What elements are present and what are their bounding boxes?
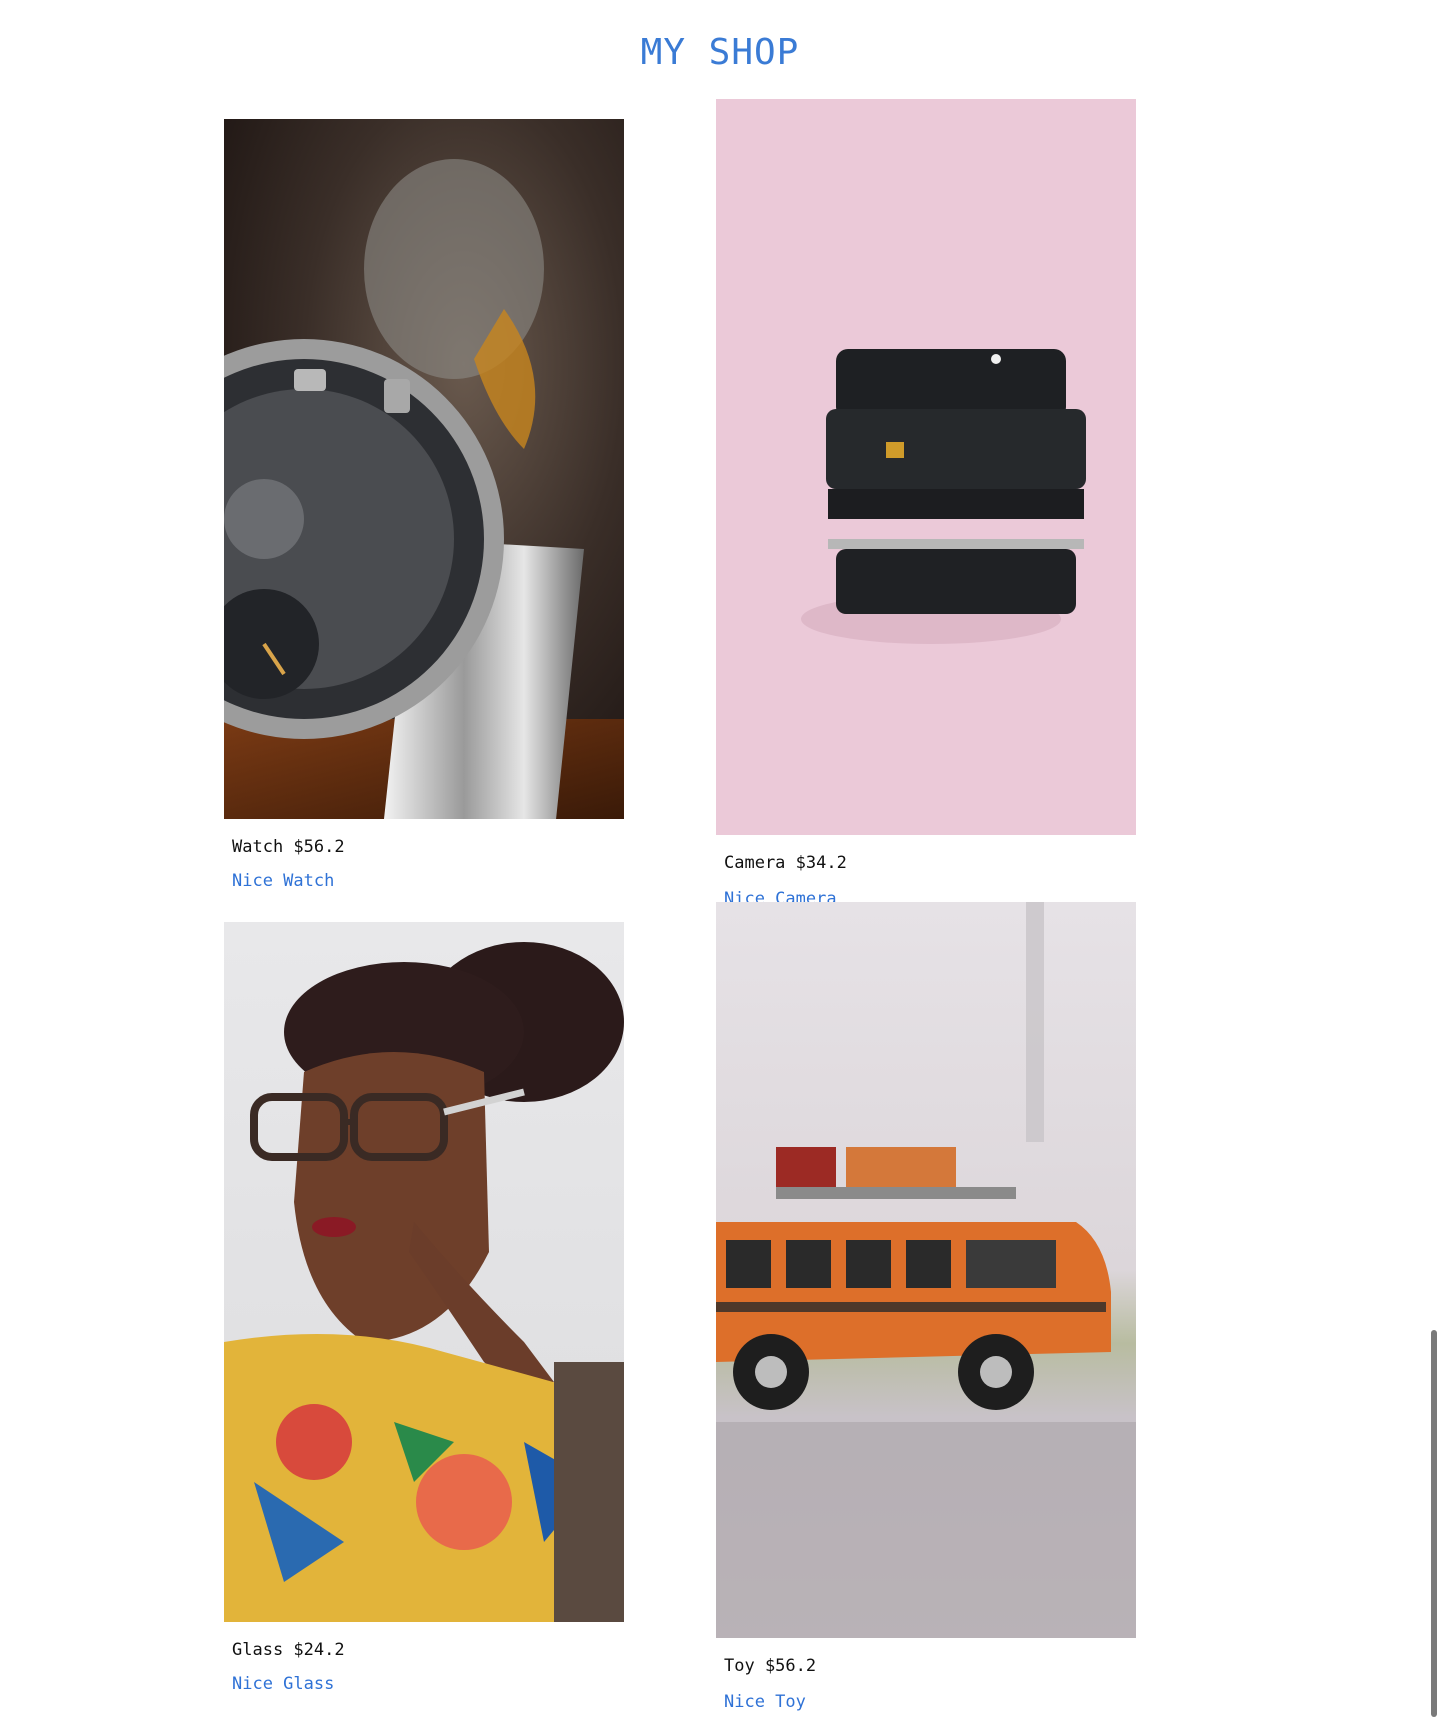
product-price: Toy $56.2: [724, 1656, 817, 1676]
product-price: Watch $56.2: [232, 837, 345, 857]
product-link-clip: Nice Camera: [716, 889, 1136, 903]
scrollbar-thumb[interactable]: [1431, 1330, 1437, 1717]
page-title: MY SHOP: [640, 32, 800, 73]
product-image-toy[interactable]: [716, 902, 1136, 1638]
vertical-scrollbar[interactable]: [1425, 0, 1440, 1717]
product-card-toy[interactable]: Toy $56.2 Nice Toy: [716, 902, 1136, 1712]
product-card-watch[interactable]: Watch $56.2 Nice Watch: [224, 119, 624, 899]
product-price: Glass $24.2: [232, 1640, 345, 1660]
product-link[interactable]: Nice Glass: [232, 1674, 334, 1694]
product-link[interactable]: Nice Toy: [724, 1692, 806, 1712]
product-link[interactable]: Nice Camera: [724, 889, 837, 903]
product-card-camera[interactable]: Camera $34.2 Nice Camera: [716, 99, 1136, 903]
product-image-camera[interactable]: [716, 99, 1136, 835]
product-price: Camera $34.2: [724, 853, 847, 873]
product-card-glass[interactable]: Glass $24.2 Nice Glass: [224, 922, 624, 1712]
product-image-glass[interactable]: [224, 922, 624, 1622]
product-image-watch[interactable]: [224, 119, 624, 819]
product-link[interactable]: Nice Watch: [232, 871, 334, 891]
